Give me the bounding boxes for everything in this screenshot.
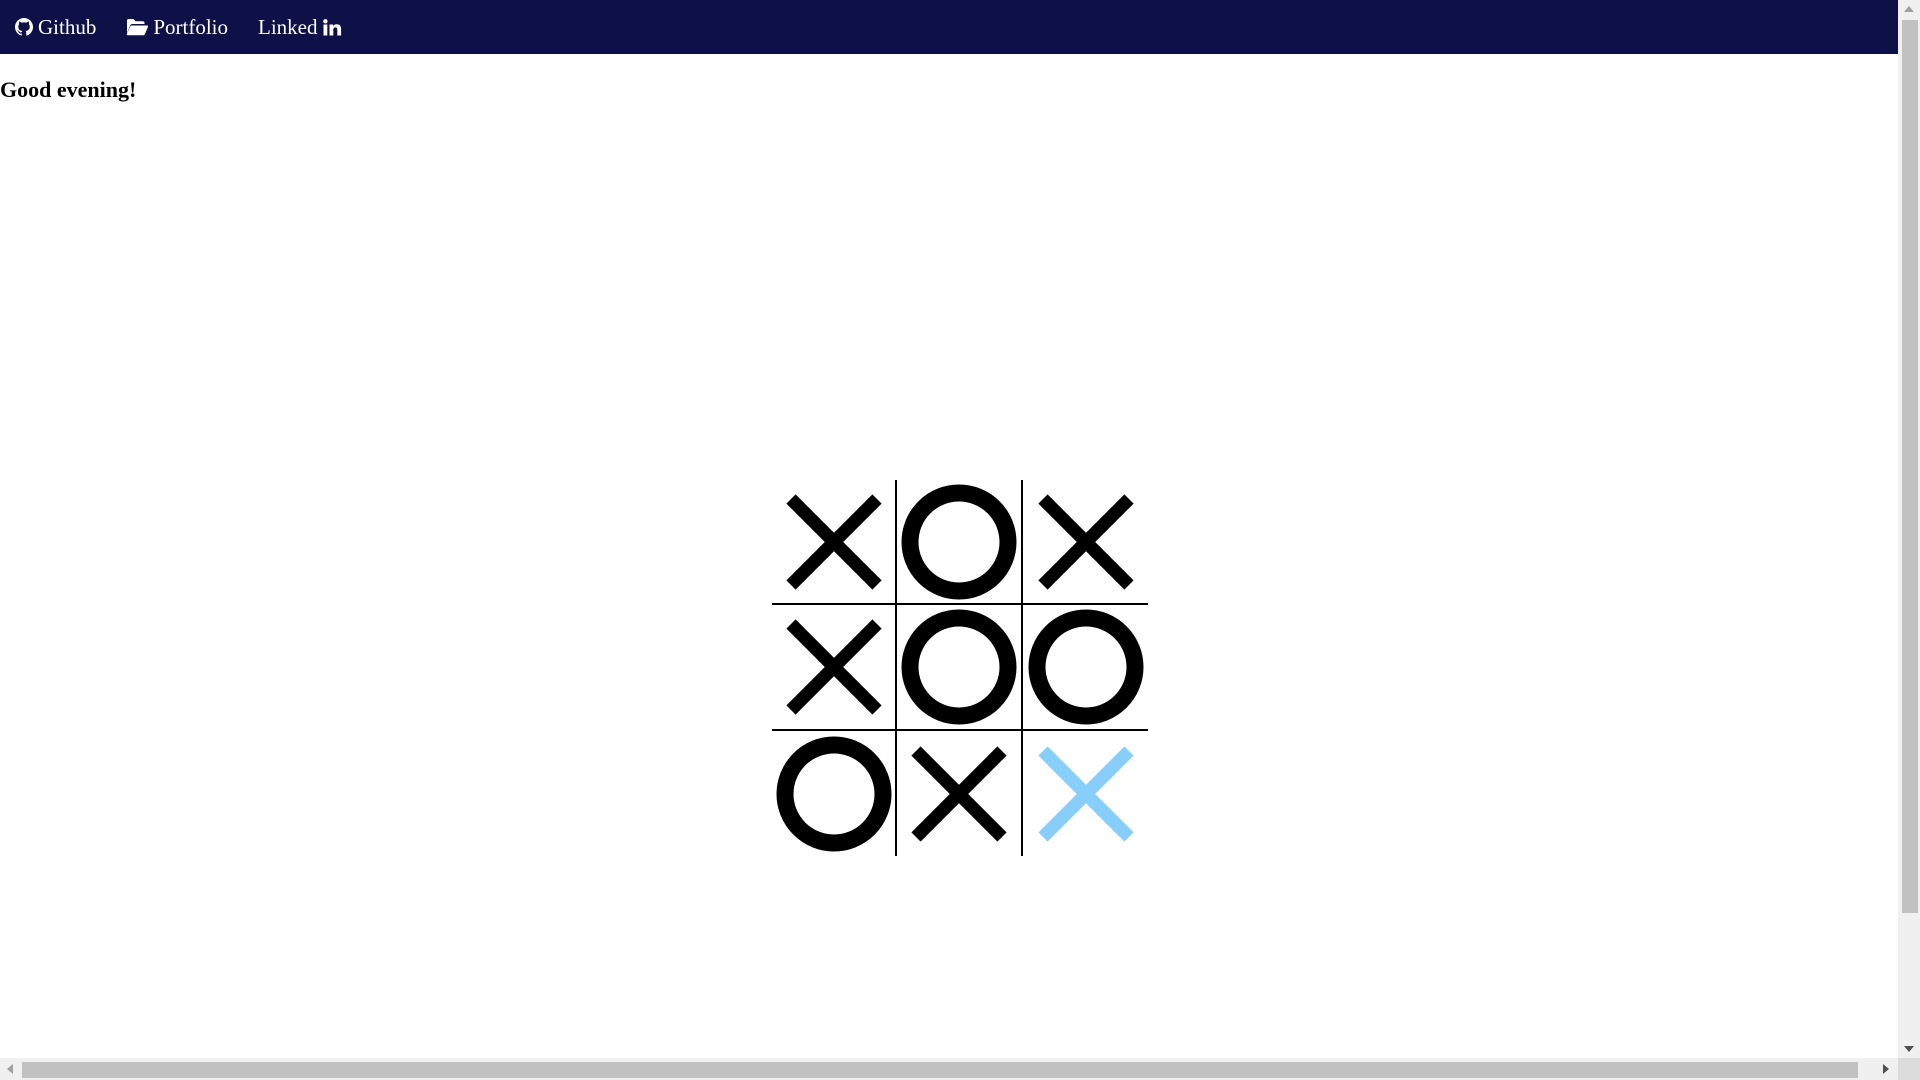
horizontal-scrollbar-thumb[interactable] xyxy=(22,1062,1858,1078)
top-navbar: Github Portfolio Linked xyxy=(0,0,1898,54)
o-mark-icon xyxy=(1028,609,1143,725)
vertical-scrollbar-thumb[interactable] xyxy=(1902,20,1918,913)
board-cell[interactable] xyxy=(772,605,897,731)
board-cell[interactable] xyxy=(1023,605,1148,731)
github-icon xyxy=(15,18,33,36)
scrollbar-corner xyxy=(1898,1058,1920,1080)
greeting-heading: Good evening! xyxy=(0,77,137,102)
scroll-down-arrow-icon[interactable] xyxy=(1904,1046,1914,1052)
o-mark-icon xyxy=(901,484,1017,599)
nav-link-linkedin[interactable]: Linked xyxy=(258,15,341,40)
board-cell[interactable] xyxy=(897,731,1023,856)
nav-link-github[interactable]: Github xyxy=(15,15,96,40)
o-mark-icon xyxy=(776,736,891,851)
board-cell[interactable] xyxy=(1023,480,1148,605)
x-mark-icon xyxy=(911,745,1007,842)
x-mark-icon xyxy=(785,493,882,590)
x-mark-icon xyxy=(785,619,882,715)
x-mark-icon xyxy=(1037,493,1134,590)
nav-link-label: Portfolio xyxy=(153,14,229,39)
scroll-up-arrow-icon[interactable] xyxy=(1904,6,1914,12)
tic-tac-toe-board xyxy=(772,480,1148,856)
folder-open-icon xyxy=(126,18,149,36)
scroll-left-arrow-icon[interactable] xyxy=(7,1064,13,1074)
scroll-right-arrow-icon[interactable] xyxy=(1883,1064,1889,1074)
board-cell[interactable] xyxy=(897,605,1023,731)
nav-link-portfolio[interactable]: Portfolio xyxy=(126,15,228,40)
board-cell[interactable] xyxy=(1023,731,1148,856)
board-cell[interactable] xyxy=(772,480,897,605)
nav-link-label: Linked xyxy=(258,14,318,39)
horizontal-scrollbar[interactable] xyxy=(0,1058,1898,1080)
o-mark-icon xyxy=(901,609,1017,725)
vertical-scrollbar[interactable] xyxy=(1898,0,1920,1058)
nav-link-label: Github xyxy=(38,14,97,39)
board-cell[interactable] xyxy=(772,731,897,856)
board-cell[interactable] xyxy=(897,480,1023,605)
x-mark-highlight-icon xyxy=(1037,745,1134,842)
linkedin-in-icon xyxy=(322,18,342,36)
